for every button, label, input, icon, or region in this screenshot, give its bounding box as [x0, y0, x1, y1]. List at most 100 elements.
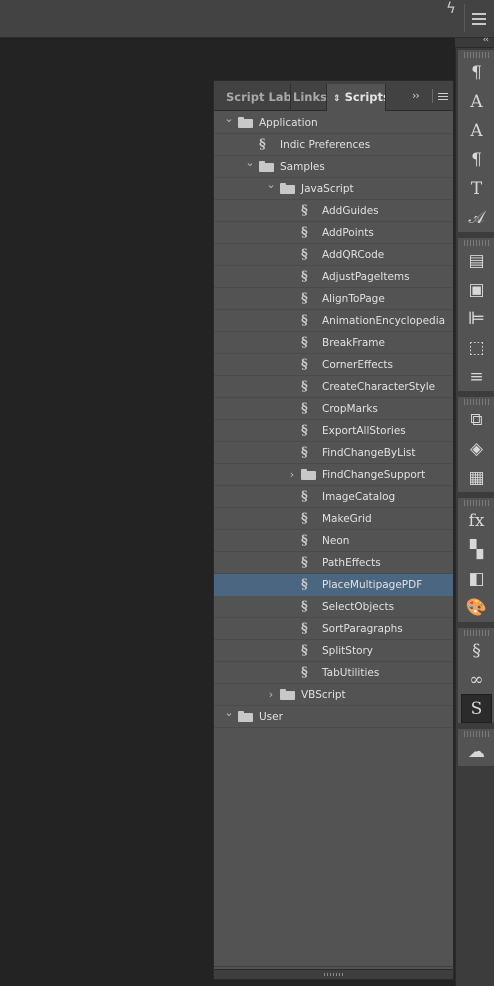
pages-icon[interactable]: ⧉ [458, 405, 494, 434]
cc-libraries-icon[interactable]: ☁ [458, 737, 494, 766]
script-icon: § [301, 225, 308, 240]
script-icon: § [301, 291, 308, 306]
script-icon: § [301, 621, 308, 636]
tree-script-row[interactable]: § MakeGrid [214, 508, 453, 530]
paragraph-icon[interactable]: ¶ [458, 145, 494, 174]
tree-script-row[interactable]: § CropMarks [214, 398, 453, 420]
scripts-tree: ⌄ Application § Indic Preferences ⌄ Samples ⌄ J… [214, 112, 453, 969]
tree-script-row[interactable]: § CornerEffects [214, 354, 453, 376]
tree-item-label: BreakFrame [322, 337, 385, 349]
tab-links[interactable]: Links [287, 84, 327, 111]
tree-script-row[interactable]: § PathEffects [214, 552, 453, 574]
tree-item-label: PlaceMultipagePDF [322, 579, 423, 591]
tree-script-row[interactable]: § AddQRCode [214, 244, 453, 266]
links-icon[interactable]: ∞ [458, 665, 494, 694]
pathfinder-icon[interactable]: ▣ [458, 275, 494, 304]
tree-item-label: AlignToPage [322, 293, 385, 305]
tree-item-label: JavaScript [301, 183, 354, 195]
tree-script-row[interactable]: § TabUtilities [214, 662, 453, 684]
dock-group-grip[interactable] [464, 240, 489, 246]
tree-script-row[interactable]: § CreateCharacterStyle [214, 376, 453, 398]
tree-script-row[interactable]: § FindChangeByList [214, 442, 453, 464]
script-icon: § [301, 489, 308, 504]
tree-script-row[interactable]: § AlignToPage [214, 288, 453, 310]
tree-item-label: SplitStory [322, 645, 374, 657]
paragraph-styles-icon[interactable]: ¶ [458, 58, 494, 87]
scripts-panel: Script Labe Links ⇕ Scripts ›› ⌄Applicat… [213, 80, 454, 980]
chevron-down-icon[interactable]: ⌄ [223, 706, 235, 728]
chevron-down-icon[interactable]: ⌄ [244, 156, 256, 178]
folder-icon [238, 117, 253, 129]
gradient-icon[interactable]: ◧ [458, 564, 494, 593]
tree-script-row[interactable]: § SplitStory [214, 640, 453, 662]
tree-folder-row[interactable]: ⌄ Samples [214, 156, 453, 178]
glyphs-icon[interactable]: 𝒜 [458, 203, 494, 232]
tree-item-label: AnimationEncyclopedia [322, 315, 446, 327]
tree-script-row[interactable]: § Neon [214, 530, 453, 552]
type-icon[interactable]: T [458, 174, 494, 203]
folder-icon [238, 711, 253, 723]
chevron-right-icon[interactable]: › [286, 464, 298, 486]
tree-script-row[interactable]: § AdjustPageItems [214, 266, 453, 288]
tab-scripts[interactable]: ⇕ Scripts [326, 84, 386, 111]
tree-script-row[interactable]: § SelectObjects [214, 596, 453, 618]
tree-script-row[interactable]: § AddPoints [214, 222, 453, 244]
dock-group-grip[interactable] [464, 630, 489, 636]
script-label-icon[interactable]: § [458, 636, 494, 665]
story-editor-icon[interactable]: ▦ [458, 463, 494, 492]
tree-script-row[interactable]: § ExportAllStories [214, 420, 453, 442]
tree-script-row[interactable]: § SortParagraphs [214, 618, 453, 640]
dock-group: ¶ A A ¶ T 𝒜 [458, 50, 494, 232]
effects-icon[interactable]: fx [458, 506, 494, 535]
layers-icon[interactable]: ◈ [458, 434, 494, 463]
dock-collapse-button[interactable]: ‹‹ [455, 35, 494, 48]
dock-group-grip[interactable] [464, 500, 489, 506]
tree-item-label: PathEffects [322, 557, 381, 569]
folder-icon [259, 161, 274, 173]
tree-script-row[interactable]: § BreakFrame [214, 332, 453, 354]
dock-group: ▤ ▣ ⊫ ⬚ ≡ [458, 238, 494, 391]
script-icon: § [301, 335, 308, 350]
tree-folder-row[interactable]: › FindChangeSupport [214, 464, 453, 486]
lightning-icon[interactable]: ϟ [442, 0, 460, 18]
chevron-down-icon[interactable]: ⌄ [223, 112, 235, 134]
panel-resize-grip[interactable] [214, 969, 453, 979]
tab-script-label[interactable]: Script Labe [220, 84, 291, 111]
tree-folder-row[interactable]: ⌄ Application [214, 112, 453, 134]
transform-icon[interactable]: ⬚ [458, 333, 494, 362]
tree-folder-row[interactable]: › VBScript [214, 684, 453, 706]
character-styles-icon[interactable]: A [458, 87, 494, 116]
chevron-down-icon[interactable]: ⌄ [265, 178, 277, 200]
script-icon: § [301, 203, 308, 218]
panel-menu-icon[interactable] [438, 93, 448, 102]
stroke-icon[interactable]: ≡ [458, 362, 494, 391]
tree-script-row[interactable]: § Indic Preferences [214, 134, 453, 156]
text-wrap-icon[interactable]: ▤ [458, 246, 494, 275]
tree-script-row[interactable]: § PlaceMultipagePDF [214, 574, 453, 596]
swatches-icon[interactable]: ▚ [458, 535, 494, 564]
dock-group: ⧉ ◈ ▦ [458, 397, 494, 492]
tree-item-label: FindChangeByList [322, 447, 416, 459]
scripts-icon[interactable]: S [461, 694, 492, 723]
more-tabs-icon[interactable]: ›› [412, 89, 420, 102]
tree-item-label: TabUtilities [322, 667, 380, 679]
script-icon: § [301, 511, 308, 526]
character-icon[interactable]: A [458, 116, 494, 145]
tab-scripts-sort-icon: ⇕ [333, 94, 341, 104]
dock-group-grip[interactable] [464, 52, 489, 58]
dock-group-grip[interactable] [464, 399, 489, 405]
tree-script-row[interactable]: § AnimationEncyclopedia [214, 310, 453, 332]
color-theme-icon[interactable]: 🎨 [458, 593, 494, 622]
tree-folder-row[interactable]: ⌄ User [214, 706, 453, 728]
divider [432, 89, 433, 103]
script-icon: § [301, 643, 308, 658]
hamburger-menu-icon[interactable] [472, 13, 486, 25]
chevron-right-icon[interactable]: › [265, 684, 277, 706]
script-icon: § [301, 313, 308, 328]
dock-group-grip[interactable] [464, 731, 489, 737]
align-icon[interactable]: ⊫ [458, 304, 494, 333]
tree-item-label: AddQRCode [322, 249, 385, 261]
tree-script-row[interactable]: § AddGuides [214, 200, 453, 222]
tree-folder-row[interactable]: ⌄ JavaScript [214, 178, 453, 200]
tree-script-row[interactable]: § ImageCatalog [214, 486, 453, 508]
